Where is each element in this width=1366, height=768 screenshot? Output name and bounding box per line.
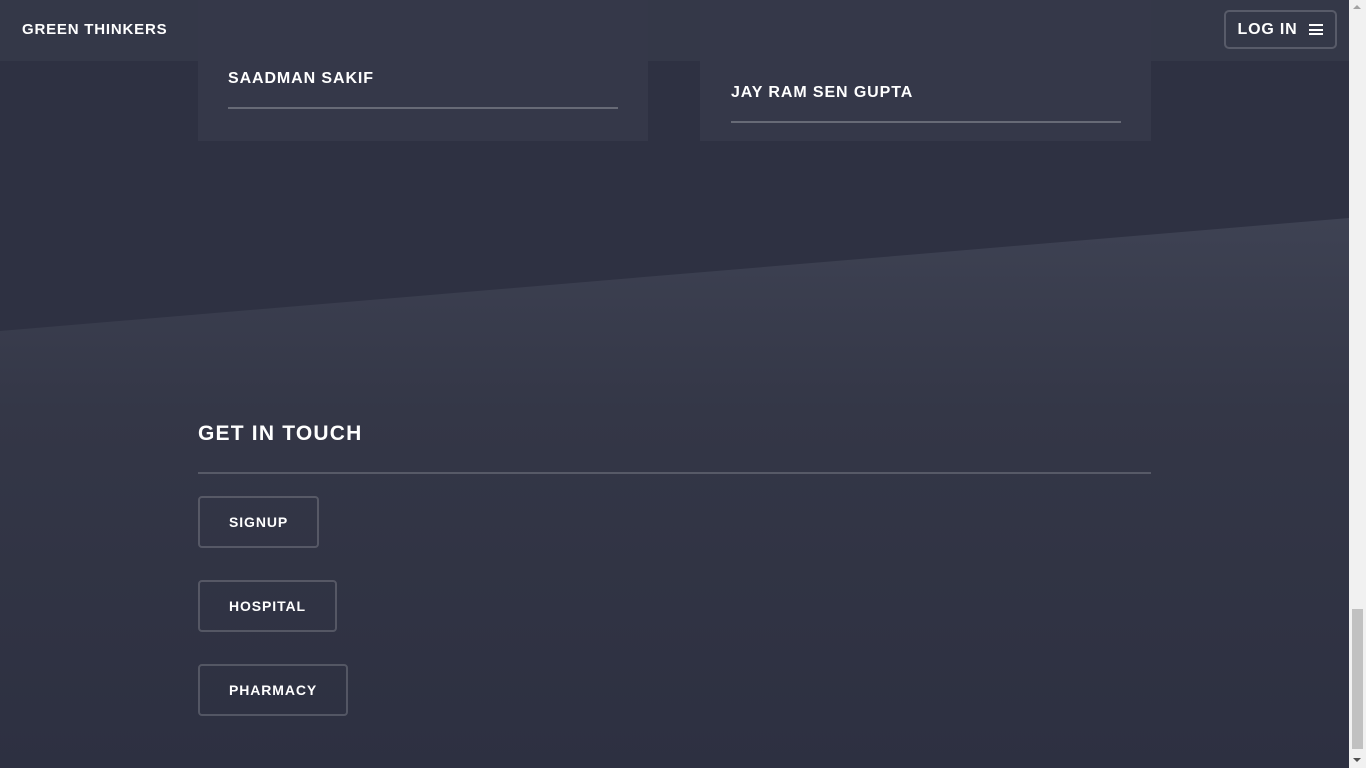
team-member-name: JAY RAM SEN GUPTA	[731, 84, 914, 101]
contact-title: GET IN TOUCH	[198, 422, 363, 445]
scroll-down-arrow-icon[interactable]	[1353, 758, 1361, 762]
hospital-button[interactable]: HOSPITAL	[198, 580, 337, 632]
login-menu-button[interactable]: LOG IN	[1224, 10, 1337, 49]
login-label: LOG IN	[1237, 20, 1298, 38]
scroll-thumb[interactable]	[1352, 609, 1363, 749]
hamburger-menu-icon	[1309, 24, 1324, 35]
signup-button[interactable]: SIGNUP	[198, 496, 320, 548]
scroll-up-arrow-icon[interactable]	[1353, 5, 1361, 9]
pharmacy-button[interactable]: PHARMACY	[198, 664, 349, 716]
contact-divider	[198, 472, 1151, 474]
site-header: GREEN THINKERS LOG IN	[0, 0, 1349, 61]
team-member-name: SAADMAN SAKIF	[228, 70, 374, 87]
card-divider	[731, 121, 1121, 123]
page-scrollbar[interactable]	[1349, 0, 1366, 768]
page: SAADMAN SAKIF JAY RAM SEN GUPTA GREEN TH…	[0, 0, 1366, 768]
brand-logo[interactable]: GREEN THINKERS	[22, 21, 167, 38]
card-divider	[228, 107, 618, 109]
